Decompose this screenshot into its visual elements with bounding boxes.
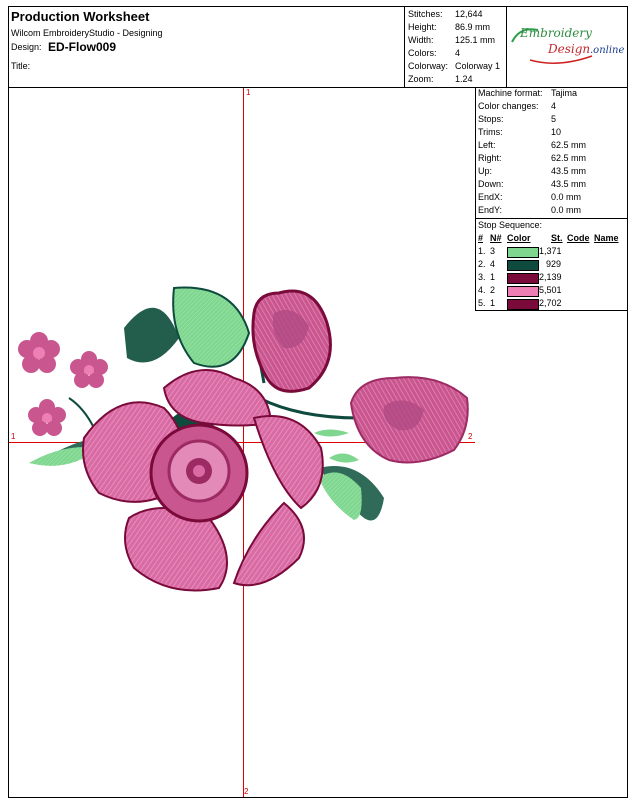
row-needle: 3 xyxy=(490,246,496,256)
row-stitches: 929 xyxy=(545,259,561,269)
info-label: EndX: xyxy=(478,192,503,202)
stat-value: Colorway 1 xyxy=(455,61,501,71)
design-label: Design: xyxy=(11,42,42,52)
stat-label: Width: xyxy=(408,35,434,45)
frame-right xyxy=(627,6,628,798)
header-sep-1 xyxy=(404,6,405,88)
panel-sep-2 xyxy=(475,310,628,311)
stat-value: 125.1 mm xyxy=(455,35,496,45)
frame-bottom xyxy=(8,797,628,798)
row-index: 3. xyxy=(478,272,486,282)
leaf xyxy=(124,307,179,363)
small-flower xyxy=(70,351,108,388)
title-label: Title: xyxy=(11,61,31,71)
info-value: 62.5 mm xyxy=(551,153,587,163)
info-label: Color changes: xyxy=(478,101,539,111)
row-index: 2. xyxy=(478,259,486,269)
row-index: 4. xyxy=(478,285,486,295)
small-flower xyxy=(18,332,60,373)
info-label: Right: xyxy=(478,153,502,163)
row-stitches: 2,702 xyxy=(539,298,562,308)
row-needle: 1 xyxy=(490,272,496,282)
small-flower xyxy=(28,399,66,436)
row-needle: 2 xyxy=(490,285,496,295)
info-label: Down: xyxy=(478,179,504,189)
stat-label: Colors: xyxy=(408,48,437,58)
color-swatch xyxy=(507,260,539,271)
col-header-color: Color xyxy=(507,233,531,243)
table-row: 1. 3 1,371 xyxy=(478,245,626,258)
stat-label: Height: xyxy=(408,22,437,32)
col-header-code: Code xyxy=(567,233,590,243)
info-value: 62.5 mm xyxy=(551,140,587,150)
table-row: 5. 1 2,702 xyxy=(478,297,626,310)
leaf xyxy=(314,429,349,437)
info-label: Left: xyxy=(478,140,496,150)
table-row: 4. 2 5,501 xyxy=(478,284,626,297)
color-swatch xyxy=(507,299,539,310)
info-label: Trims: xyxy=(478,127,503,137)
info-label: Up: xyxy=(478,166,493,176)
col-header-n: N# xyxy=(490,233,502,243)
leaf xyxy=(329,453,359,463)
info-value: Tajima xyxy=(551,88,578,98)
info-label: Machine format: xyxy=(478,88,543,98)
software-name: Wilcom EmbroideryStudio - Designing xyxy=(11,28,163,38)
embroidery-design xyxy=(18,286,469,592)
row-needle: 4 xyxy=(490,259,496,269)
info-value: 0.0 mm xyxy=(551,205,582,215)
stat-value: 12,644 xyxy=(455,9,483,19)
info-value: 0.0 mm xyxy=(551,192,582,202)
row-stitches: 2,139 xyxy=(539,272,562,282)
logo-text-line1: Embroidery xyxy=(520,26,592,40)
info-value: 10 xyxy=(551,127,562,137)
brand-logo: Embroidery Design .online xyxy=(508,20,626,70)
row-stitches: 1,371 xyxy=(539,246,562,256)
color-swatch xyxy=(507,273,539,284)
row-needle: 1 xyxy=(490,298,496,308)
stem xyxy=(258,396,360,420)
leaf xyxy=(172,286,251,368)
info-value: 43.5 mm xyxy=(551,166,587,176)
col-header-name: Name xyxy=(594,233,619,243)
frame-top xyxy=(8,6,628,7)
color-swatch xyxy=(507,247,539,258)
page-title: Production Worksheet xyxy=(11,9,150,24)
table-row: 3. 1 2,139 xyxy=(478,271,626,284)
main-flower xyxy=(82,369,324,592)
stop-sequence-title: Stop Sequence: xyxy=(478,220,543,230)
table-row: 2. 4 929 xyxy=(478,258,626,271)
info-value: 43.5 mm xyxy=(551,179,587,189)
stat-value: 86.9 mm xyxy=(455,22,491,32)
info-label: EndY: xyxy=(478,205,503,215)
info-value: 5 xyxy=(551,114,557,124)
header-sep-2 xyxy=(506,6,507,88)
stat-label: Zoom: xyxy=(408,74,434,84)
row-index: 5. xyxy=(478,298,486,308)
stat-label: Stitches: xyxy=(408,9,443,19)
stat-value: 1.24 xyxy=(455,74,473,84)
design-name: ED-Flow009 xyxy=(48,40,117,54)
row-stitches: 5,501 xyxy=(539,285,562,295)
stat-label: Colorway: xyxy=(408,61,449,71)
stem xyxy=(68,397,95,429)
info-value: 4 xyxy=(551,101,557,111)
col-header-st: St. xyxy=(551,233,563,243)
stat-value: 4 xyxy=(455,48,461,58)
logo-text-line3: .online xyxy=(590,45,625,56)
info-label: Stops: xyxy=(478,114,504,124)
panel-left-border xyxy=(475,87,476,311)
col-header-idx: # xyxy=(478,233,484,243)
color-swatch xyxy=(507,286,539,297)
row-index: 1. xyxy=(478,246,486,256)
logo-text-line2: Design xyxy=(548,42,591,56)
